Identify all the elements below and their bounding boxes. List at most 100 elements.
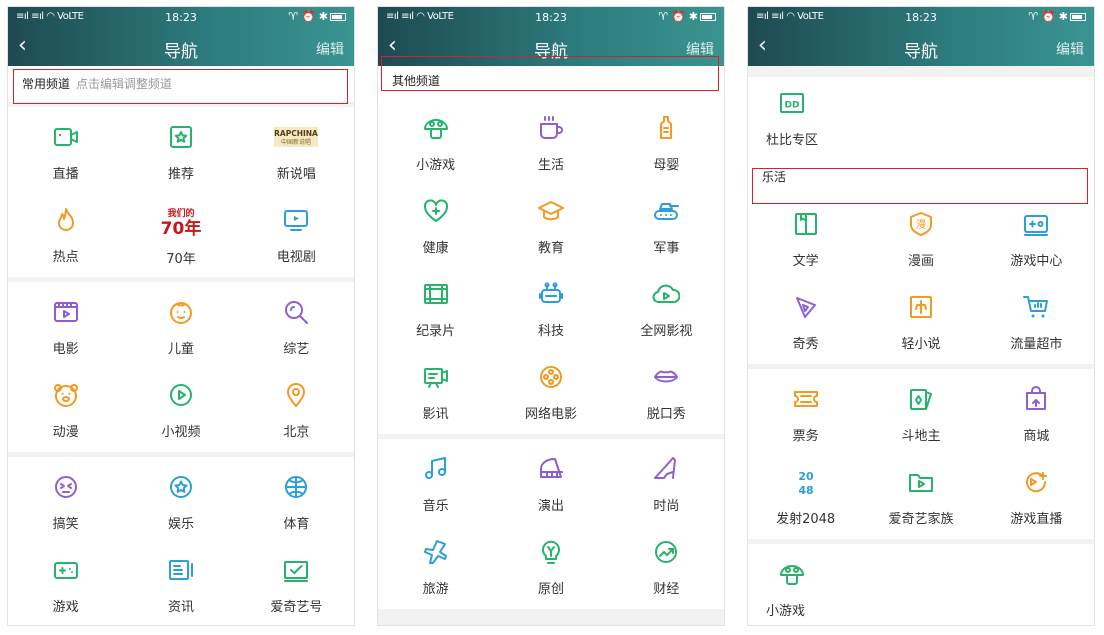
mushroom-icon	[778, 560, 806, 588]
channel-item[interactable]: 游戏中心	[979, 198, 1094, 281]
channel-block: 电影 儿童 综艺动漫 小视频 北京	[8, 282, 354, 452]
edit-button[interactable]: 编辑	[1056, 39, 1084, 59]
channel-label: 影讯	[422, 407, 449, 422]
channel-item[interactable]: 小游戏	[378, 102, 493, 185]
channel-item[interactable]: 电影	[8, 286, 123, 369]
channel-item[interactable]: 小视频	[123, 369, 238, 452]
channel-item[interactable]: 音乐	[378, 443, 493, 526]
tv-icon	[282, 206, 310, 234]
channel-item[interactable]: 演出	[493, 443, 608, 526]
channel-item[interactable]: 旅游	[378, 526, 493, 609]
channel-label: 商城	[1023, 429, 1050, 444]
channel-label: 北京	[283, 425, 310, 440]
channel-item[interactable]: 财经	[609, 526, 724, 609]
header: ≡ıl ≡ıl ◠ VoLTE 18:23 ♈ ⏰ ✱ ‹ 导航 编辑	[748, 7, 1094, 66]
channel-block: 音乐 演出 时尚旅游 原创 财经	[378, 439, 724, 609]
channel-item[interactable]: 原创	[493, 526, 608, 609]
channel-item[interactable]: 科技	[493, 268, 608, 351]
channel-item[interactable]: 健康	[378, 185, 493, 268]
channel-item[interactable]: 推荐	[123, 111, 238, 194]
channel-item[interactable]: 斗地主	[863, 373, 978, 456]
channel-label: 电视剧	[276, 250, 316, 265]
channel-item[interactable]: 纪录片	[378, 268, 493, 351]
channel-label: 热点	[52, 250, 79, 265]
page-title: 导航	[164, 42, 198, 62]
channel-item[interactable]: 小游戏	[748, 548, 863, 625]
channel-item[interactable]: 漫漫画	[863, 198, 978, 281]
channel-item[interactable]: 资讯	[123, 544, 238, 625]
channel-item[interactable]: 直播	[8, 111, 123, 194]
channel-item[interactable]: 热点	[8, 194, 123, 277]
high-heel-icon	[652, 455, 680, 483]
channel-label: 演出	[537, 499, 564, 514]
gamepad-icon	[52, 556, 80, 584]
channel-item[interactable]: 全网影视	[609, 268, 724, 351]
channel-item[interactable]: 搞笑	[8, 461, 123, 544]
svg-text:漫: 漫	[916, 219, 926, 231]
channel-item[interactable]: 爱奇艺家族	[863, 456, 978, 539]
svg-text:70年: 70年	[161, 218, 202, 236]
channel-item[interactable]: 母婴	[609, 102, 724, 185]
film-icon	[52, 298, 80, 326]
baby-bottle-icon	[652, 114, 680, 142]
page-title: 导航	[904, 42, 938, 62]
channel-label: 网络电影	[524, 407, 577, 422]
channel-item[interactable]: 时尚	[609, 443, 724, 526]
channel-item[interactable]: 爱奇艺号	[239, 544, 354, 625]
channel-label: 儿童	[167, 342, 194, 357]
channel-item[interactable]: 脱口秀	[609, 351, 724, 434]
channel-item[interactable]: 轻小说	[863, 281, 978, 364]
channel-grid: 直播 推荐 RAPCHINA 中国新说唱 新说唱热点 我们的 70年 70年电视剧	[8, 111, 354, 277]
status-icons: ♈ ⏰ ✱	[658, 10, 716, 23]
channel-item[interactable]: 动漫	[8, 369, 123, 452]
channel-item[interactable]: 我们的 70年 70年	[123, 194, 238, 277]
channel-label: 电影	[52, 342, 79, 357]
status-icons-text: ♈ ⏰ ✱	[288, 10, 328, 23]
cards-icon	[907, 385, 935, 413]
manhua-icon: 漫	[907, 210, 935, 238]
channel-item[interactable]: 商城	[979, 373, 1094, 456]
channel-label: 娱乐	[167, 517, 194, 532]
channel-item[interactable]: 电视剧	[239, 194, 354, 277]
cart-icon	[1022, 293, 1050, 321]
folder-play-icon	[907, 468, 935, 496]
svg-text:48: 48	[798, 484, 813, 496]
channel-item[interactable]: 游戏	[8, 544, 123, 625]
channel-label: 体育	[283, 517, 310, 532]
channel-item[interactable]: 游戏直播	[979, 456, 1094, 539]
nav-bar: ‹ 导航 编辑	[748, 31, 1094, 65]
battery-icon	[1070, 13, 1086, 21]
channel-item[interactable]: 文学	[748, 198, 863, 281]
channel-item[interactable]: 综艺	[239, 286, 354, 369]
channel-label: 资讯	[167, 600, 194, 615]
channel-label: 直播	[52, 167, 79, 182]
channel-item[interactable]: 娱乐	[123, 461, 238, 544]
channel-item[interactable]: 20 48 发射2048	[748, 456, 863, 539]
channel-item[interactable]: 生活	[493, 102, 608, 185]
channel-item[interactable]: 体育	[239, 461, 354, 544]
check-box-icon	[282, 556, 310, 584]
cloud-play-icon	[652, 280, 681, 308]
channel-item[interactable]: 流量超市	[979, 281, 1094, 364]
channel-label: 漫画	[907, 254, 934, 269]
channel-item[interactable]: RAPCHINA 中国新说唱 新说唱	[239, 111, 354, 194]
channel-item[interactable]: 儿童	[123, 286, 238, 369]
channel-item[interactable]: 北京	[239, 369, 354, 452]
channel-item[interactable]: DD 杜比专区	[748, 77, 863, 160]
music-note-icon	[422, 455, 450, 483]
channel-label: 斗地主	[901, 429, 941, 444]
funny-face-icon	[52, 473, 80, 501]
edit-button[interactable]: 编辑	[686, 39, 714, 59]
edit-button[interactable]: 编辑	[316, 39, 344, 59]
channel-item[interactable]: 影讯	[378, 351, 493, 434]
channel-grid: 小游戏	[748, 548, 1094, 625]
channel-label: 教育	[537, 241, 564, 256]
svg-text:DD: DD	[785, 101, 800, 111]
channel-item[interactable]: 网络电影	[493, 351, 608, 434]
channel-item[interactable]: 奇秀	[748, 281, 863, 364]
channel-label: 新说唱	[276, 167, 316, 182]
channel-item[interactable]: 票务	[748, 373, 863, 456]
channel-block-top: DD 杜比专区	[748, 77, 1094, 160]
channel-item[interactable]: 军事	[609, 185, 724, 268]
channel-item[interactable]: 教育	[493, 185, 608, 268]
